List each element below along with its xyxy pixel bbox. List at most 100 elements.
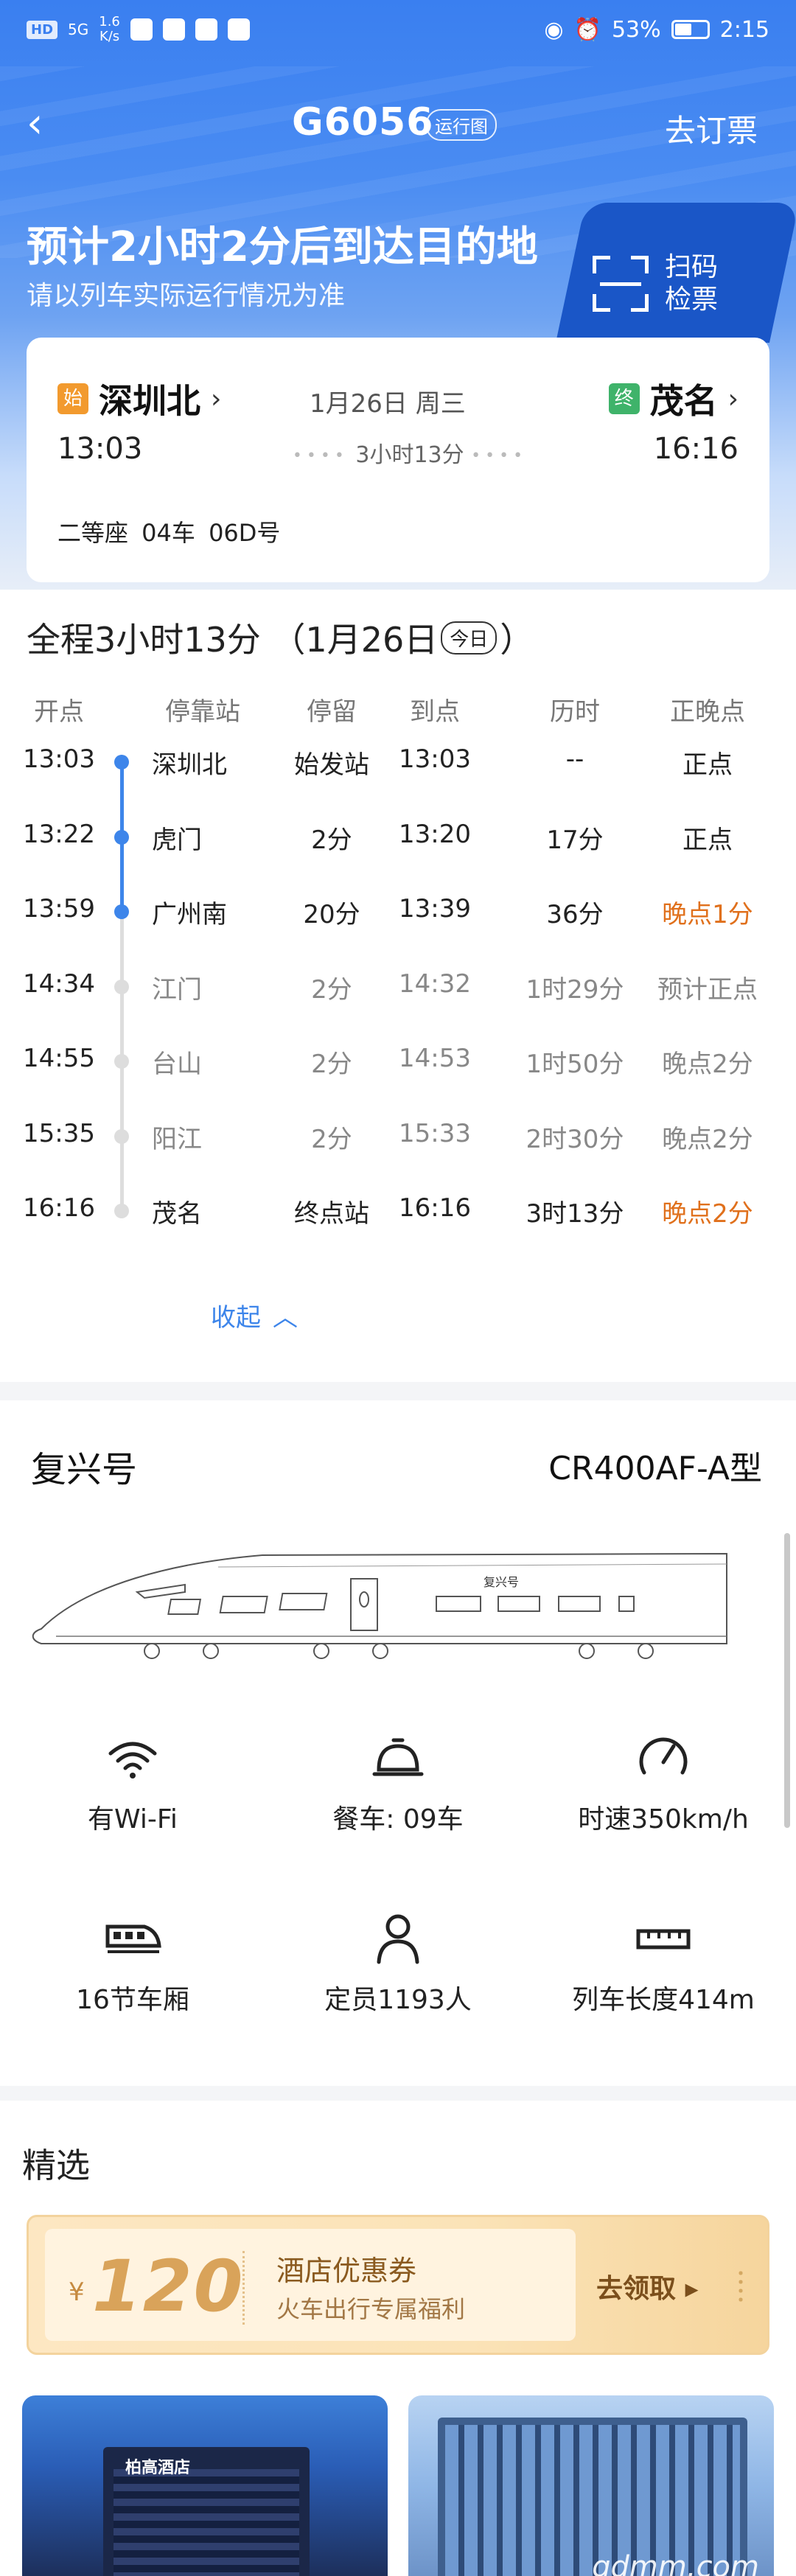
row-arrive-time: 14:32 (399, 968, 471, 999)
row-arrive-time: 13:03 (399, 744, 471, 774)
feature-speed: 时速350km/h (531, 1728, 796, 1836)
row-stay: 2分 (311, 974, 352, 1005)
signal-label: 5G (68, 21, 89, 38)
person-icon (377, 1914, 419, 1964)
back-icon[interactable]: ‹ (27, 103, 71, 147)
row-elapsed: 36分 (546, 900, 604, 929)
app-icon (227, 18, 250, 41)
scan-ticket-button[interactable]: 扫码 检票 (563, 240, 769, 328)
row-stay: 2分 (311, 1124, 352, 1154)
row-stay: 终点站 (294, 1199, 369, 1229)
wechat-icon (130, 18, 153, 41)
origin-station-name: 深圳北 (99, 381, 200, 421)
header-stay: 停留 (307, 697, 357, 727)
row-status: 晚点2分 (662, 1050, 753, 1079)
featured-title: 精选 (22, 2146, 90, 2185)
eye-icon: ◉ (544, 16, 564, 43)
row-arrive-time: 13:20 (399, 819, 471, 849)
car-logo: 复兴号 (483, 1575, 519, 1589)
row-elapsed: 1时29分 (526, 974, 624, 1005)
hotel-card[interactable] (408, 2395, 774, 2576)
trip-duration: •••• 3小时13分 •••• (292, 442, 528, 468)
timetable-section: 全程3小时13分 （1月26日 今日 ） 开点 停靠站 停留 到点 历时 正晚点… (0, 590, 796, 1382)
train-brand: 复兴号 (31, 1449, 138, 1490)
feature-length: 列车长度414m (531, 1909, 796, 2017)
row-elapsed: -- (565, 744, 584, 774)
drag-handle-icon (736, 2269, 745, 2306)
collapse-button[interactable]: 收起 ︿ (211, 1297, 298, 1333)
hotel-card[interactable]: 柏高酒店 (22, 2395, 388, 2576)
alarm-icon: ⏰ (573, 16, 601, 43)
timetable-summary: 全程3小时13分 （1月26日 今日 ） (27, 620, 534, 660)
chevron-right-icon: › (727, 383, 739, 414)
train-illustration: 复兴号 (32, 1552, 727, 1659)
app-icon (195, 18, 217, 41)
watermark: gdmm.com (592, 2550, 759, 2576)
book-ticket-link[interactable]: 去订票 (665, 106, 758, 151)
row-stay: 20分 (303, 900, 360, 929)
clock: 2:15 (719, 16, 769, 43)
train-model: CR400AF-A型 (548, 1450, 762, 1487)
terminal-station-name: 茂名 (649, 381, 718, 421)
feature-dining: 餐车: 09车 (265, 1728, 531, 1836)
wifi-icon (108, 1742, 157, 1779)
eta-subtitle: 请以列车实际运行情况为准 (27, 281, 346, 311)
hotel-sign: 柏高酒店 (125, 2459, 191, 2477)
header-elapsed: 历时 (550, 697, 600, 727)
header-status: 正晚点 (670, 697, 745, 727)
origin-badge: 始 (57, 383, 88, 414)
row-depart-time: 13:03 (23, 744, 95, 774)
arrive-time: 16:16 (653, 432, 739, 466)
row-status: 晚点2分 (662, 1199, 753, 1229)
route-stop-dot (114, 1128, 129, 1144)
row-depart-time: 15:35 (23, 1118, 95, 1148)
claim-coupon-button[interactable]: 去领取 ▸ (596, 2267, 699, 2306)
trip-card: 始 深圳北 › 1月26日 周三 终 茂名 › 13:03 •••• 3小时13… (27, 338, 769, 582)
status-bar: HD 5G 1.6 K/s ◉ ⏰ 53% 2:15 (0, 0, 796, 59)
train-number: G6056 (292, 100, 434, 144)
row-status: 晚点2分 (662, 1124, 753, 1154)
header-depart: 开点 (34, 697, 84, 727)
scan-label: 扫码 (665, 252, 719, 282)
to-station[interactable]: 终 茂名 › (608, 374, 739, 423)
route-stop-dot (114, 979, 129, 994)
row-elapsed: 2时30分 (526, 1124, 624, 1154)
train-car-icon (105, 1924, 161, 1953)
ruler-icon (636, 1929, 691, 1950)
feature-wifi: 有Wi-Fi (0, 1728, 265, 1836)
route-stop-dot (114, 829, 129, 845)
row-depart-time: 16:16 (23, 1193, 95, 1223)
row-status: 正点 (682, 825, 733, 855)
seat-info: 二等座 04车 06D号 (57, 519, 281, 547)
row-arrive-time: 14:53 (399, 1044, 471, 1073)
qr-scan-icon (593, 256, 649, 312)
network-speed: 1.6 K/s (99, 14, 120, 44)
coupon-subtitle: 火车出行专属福利 (276, 2295, 466, 2323)
row-depart-time: 13:22 (23, 819, 95, 849)
row-stay: 始发站 (294, 750, 369, 780)
top-nav: ‹ G6056 运行图 去订票 (0, 88, 796, 162)
battery-icon (671, 20, 710, 39)
check-label: 检票 (665, 285, 719, 315)
today-tag: 今日 (441, 621, 498, 655)
hotel-coupon-banner[interactable]: ¥ 120 酒店优惠券 火车出行专属福利 去领取 ▸ (27, 2215, 769, 2355)
row-status: 晚点1分 (662, 900, 753, 929)
row-stay: 2分 (311, 1050, 352, 1079)
row-elapsed: 17分 (546, 825, 604, 855)
feature-cars: 16节车厢 (0, 1909, 265, 2017)
chevron-right-icon: › (211, 383, 222, 414)
from-station[interactable]: 始 深圳北 › (57, 374, 221, 423)
route-map-tag[interactable]: 运行图 (426, 109, 497, 141)
currency-symbol: ¥ (69, 2277, 85, 2307)
row-depart-time: 14:55 (23, 1044, 95, 1073)
route-stop-dot (114, 755, 129, 769)
row-elapsed: 1时50分 (526, 1050, 624, 1079)
header-arrive: 到点 (410, 697, 460, 727)
network-type: HD (27, 20, 58, 39)
travel-date: 1月26日 周三 (310, 389, 466, 419)
battery-percent: 53% (611, 16, 661, 43)
app-icon (162, 18, 185, 41)
feature-capacity: 定员1193人 (265, 1909, 531, 2017)
eta-title: 预计2小时2分后到达目的地 (27, 223, 538, 271)
row-stay: 2分 (311, 825, 352, 855)
